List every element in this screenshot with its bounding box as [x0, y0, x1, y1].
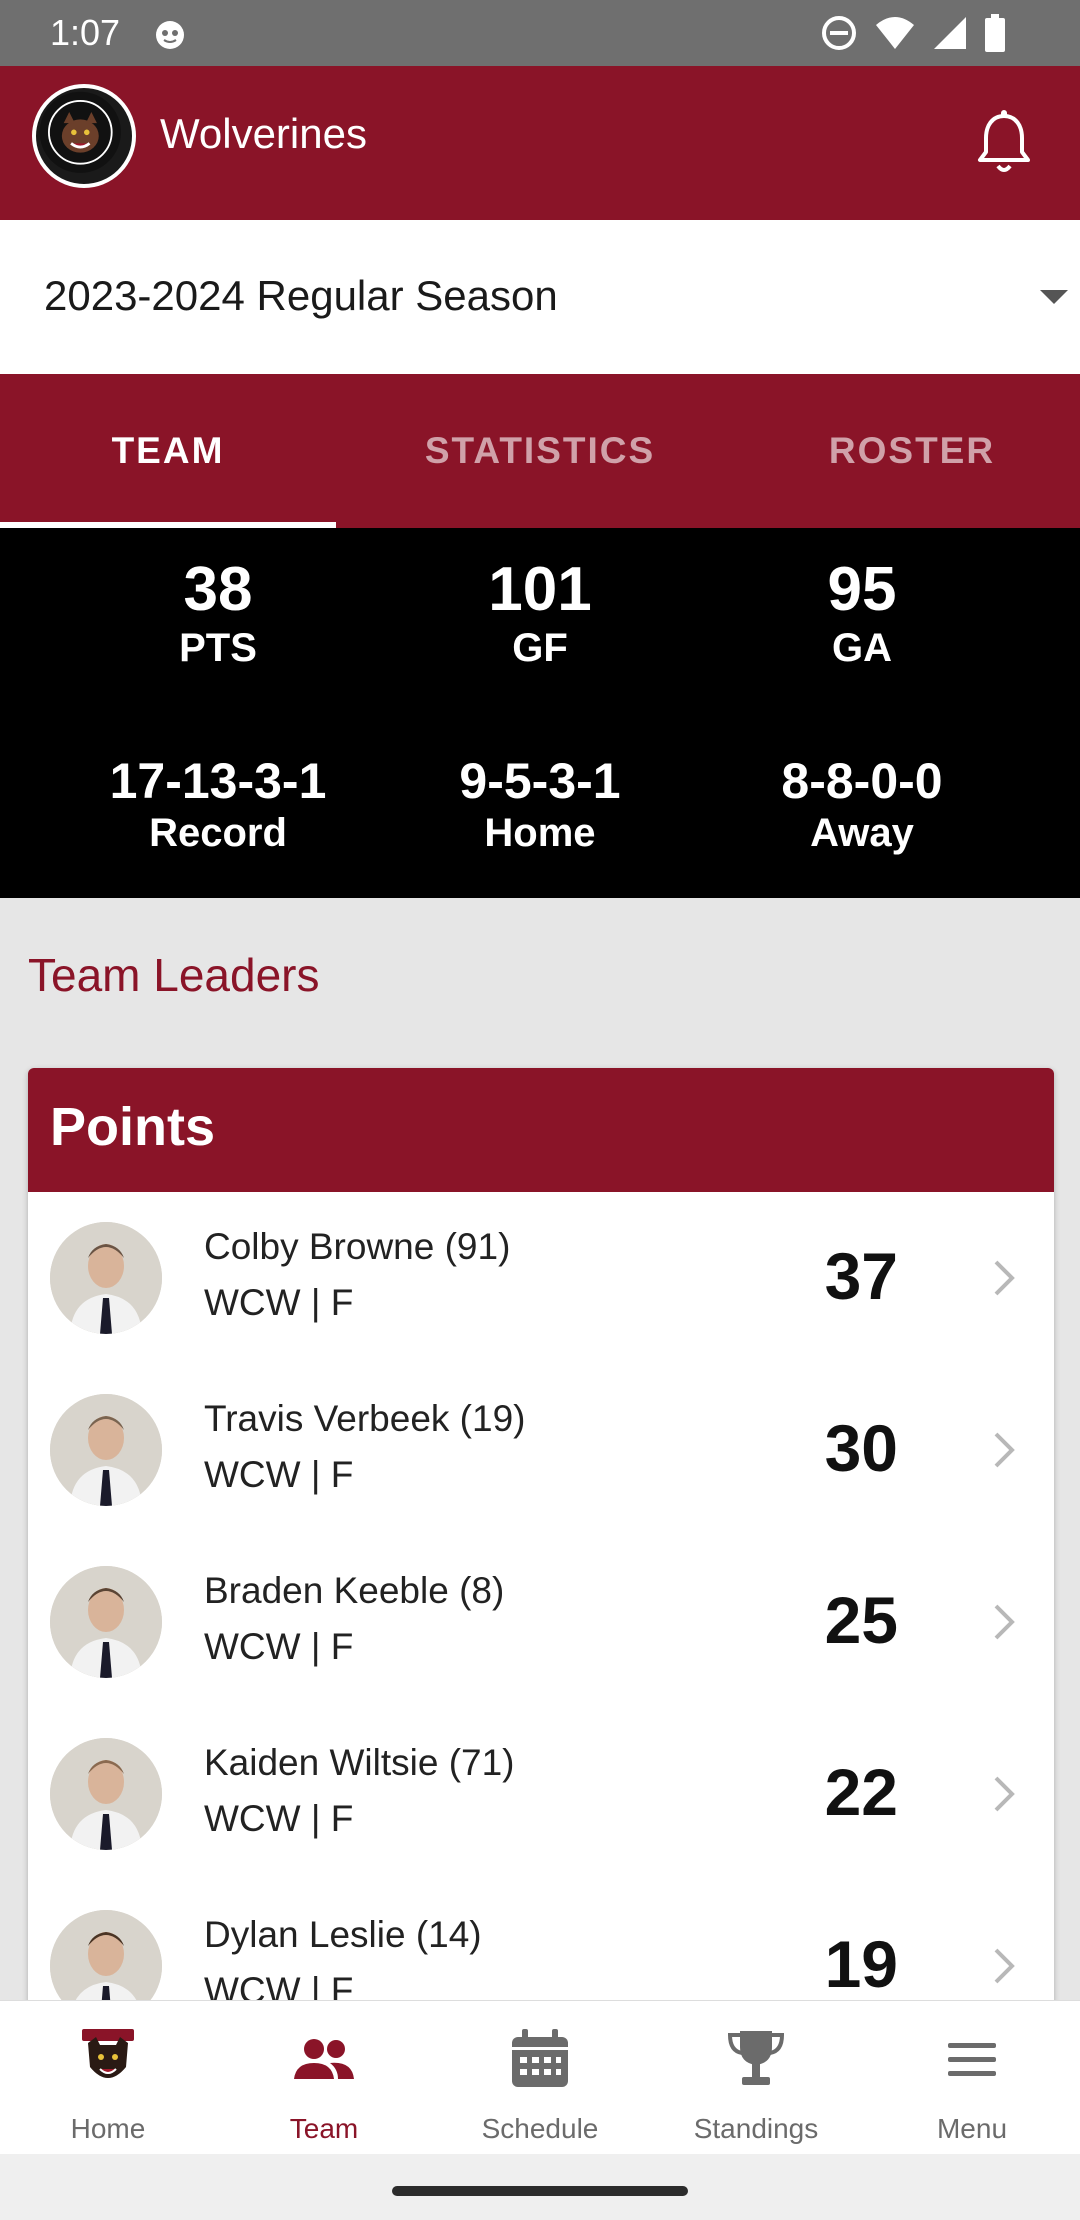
chevron-right-icon	[994, 1604, 1015, 1640]
leader-row[interactable]: Colby Browne (91) WCW | F 37	[28, 1192, 1054, 1364]
system-gesture-area	[0, 2154, 1080, 2220]
player-name: Braden Keeble (8)	[204, 1570, 505, 1611]
stat-ga: 95 GA	[682, 555, 1042, 672]
app-bar: Wolverines	[0, 66, 1080, 220]
signal-icon	[934, 17, 966, 49]
people-icon	[294, 2039, 354, 2079]
tab-label: ROSTER	[828, 430, 996, 471]
stat-record: 17-13-3-1 Record	[38, 754, 398, 857]
player-name: Travis Verbeek (19)	[204, 1398, 526, 1439]
stat-label: GF	[512, 626, 568, 671]
player-avatar	[50, 1566, 162, 1678]
card-title: Points	[28, 1068, 1054, 1192]
stat-gf: 101 GF	[360, 555, 720, 672]
nav-label: Team	[289, 2113, 359, 2144]
leader-row[interactable]: Dylan Leslie (14) WCW | F 19	[28, 1880, 1054, 2008]
status-bar: 1:07	[0, 0, 1080, 66]
leader-row[interactable]: Travis Verbeek (19) WCW | F 30	[28, 1364, 1054, 1536]
nav-menu[interactable]: Menu	[864, 2001, 1080, 2155]
chevron-right-icon	[994, 1948, 1015, 1984]
tab-team[interactable]: TEAM	[0, 374, 336, 528]
player-points: 25	[824, 1583, 898, 1657]
stat-value: 17-13-3-1	[109, 753, 327, 809]
tab-statistics[interactable]: STATISTICS	[336, 374, 744, 528]
player-name: Colby Browne (91)	[204, 1226, 511, 1267]
leader-row[interactable]: Braden Keeble (8) WCW | F 25	[28, 1536, 1054, 1708]
battery-icon	[985, 14, 1005, 52]
do-not-disturb-icon	[822, 16, 856, 50]
tab-label: STATISTICS	[424, 430, 656, 471]
stat-label: Away	[810, 811, 914, 855]
stat-label: GA	[832, 626, 892, 671]
stat-value: 9-5-3-1	[459, 753, 621, 809]
tab-roster[interactable]: ROSTER	[744, 374, 1080, 528]
player-team-position: WCW | F	[204, 1282, 354, 1323]
status-icons	[820, 14, 1006, 52]
wifi-icon	[876, 17, 914, 49]
tab-bar: TEAM STATISTICS ROSTER	[0, 374, 1080, 528]
calendar-icon	[512, 2029, 568, 2087]
player-name: Dylan Leslie (14)	[204, 1914, 482, 1955]
wolverine-logo-icon	[39, 91, 121, 173]
gesture-handle[interactable]	[392, 2186, 688, 2196]
player-name: Kaiden Wiltsie (71)	[204, 1742, 515, 1783]
player-points: 22	[824, 1755, 898, 1829]
team-logo-icon	[82, 2029, 134, 2078]
status-time: 1:07	[50, 12, 121, 53]
season-selected-value: 2023-2024 Regular Season	[44, 272, 558, 319]
chevron-right-icon	[994, 1432, 1015, 1468]
nav-standings[interactable]: Standings	[648, 2001, 864, 2155]
player-team-position: WCW | F	[204, 1454, 354, 1495]
season-dropdown[interactable]: 2023-2024 Regular Season	[0, 220, 1080, 374]
nav-home[interactable]: Home	[0, 2001, 216, 2155]
player-avatar	[50, 1394, 162, 1506]
stat-away: 8-8-0-0 Away	[682, 754, 1042, 857]
team-stats-panel: 38 PTS 101 GF 95 GA 17-13-3-1 Record 9-5…	[0, 528, 1080, 898]
nav-label: Schedule	[481, 2113, 599, 2144]
stat-pts: 38 PTS	[38, 555, 398, 672]
player-points: 37	[824, 1239, 898, 1313]
section-title-team-leaders: Team Leaders	[28, 949, 320, 1001]
bell-icon[interactable]	[974, 110, 1034, 176]
player-avatar	[50, 1738, 162, 1850]
chevron-right-icon	[994, 1260, 1015, 1296]
nav-label: Menu	[936, 2113, 1008, 2144]
stat-value: 101	[488, 555, 592, 624]
player-avatar	[50, 1222, 162, 1334]
stat-value: 8-8-0-0	[781, 753, 943, 809]
bottom-navigation: Home Team Schedule Standings Menu	[0, 2000, 1080, 2154]
dropdown-caret-icon	[1040, 290, 1068, 304]
player-points: 19	[824, 1927, 898, 2001]
nav-label: Standings	[693, 2113, 819, 2144]
app-notification-icon	[156, 21, 184, 49]
stat-label: Record	[149, 811, 287, 855]
tab-label: TEAM	[111, 430, 225, 471]
nav-team[interactable]: Team	[216, 2001, 432, 2155]
player-avatar	[50, 1910, 162, 2008]
hamburger-menu-icon	[948, 2043, 996, 2076]
player-team-position: WCW | F	[204, 1626, 354, 1667]
player-points: 30	[824, 1411, 898, 1485]
player-team-position: WCW | F	[204, 1798, 354, 1839]
nav-label: Home	[70, 2113, 146, 2144]
stat-value: 95	[827, 555, 897, 624]
app-title: Wolverines	[160, 110, 367, 157]
stat-label: PTS	[179, 626, 257, 671]
stat-value: 38	[183, 555, 253, 624]
nav-schedule[interactable]: Schedule	[432, 2001, 648, 2155]
trophy-icon	[727, 2031, 785, 2085]
chevron-right-icon	[994, 1776, 1015, 1812]
team-logo[interactable]	[32, 84, 136, 188]
stat-label: Home	[484, 811, 596, 855]
stat-home: 9-5-3-1 Home	[360, 754, 720, 857]
leaders-card-points: Points Colby Browne (91) WCW | F 37 Trav…	[28, 1068, 1054, 2008]
leader-row[interactable]: Kaiden Wiltsie (71) WCW | F 22	[28, 1708, 1054, 1880]
